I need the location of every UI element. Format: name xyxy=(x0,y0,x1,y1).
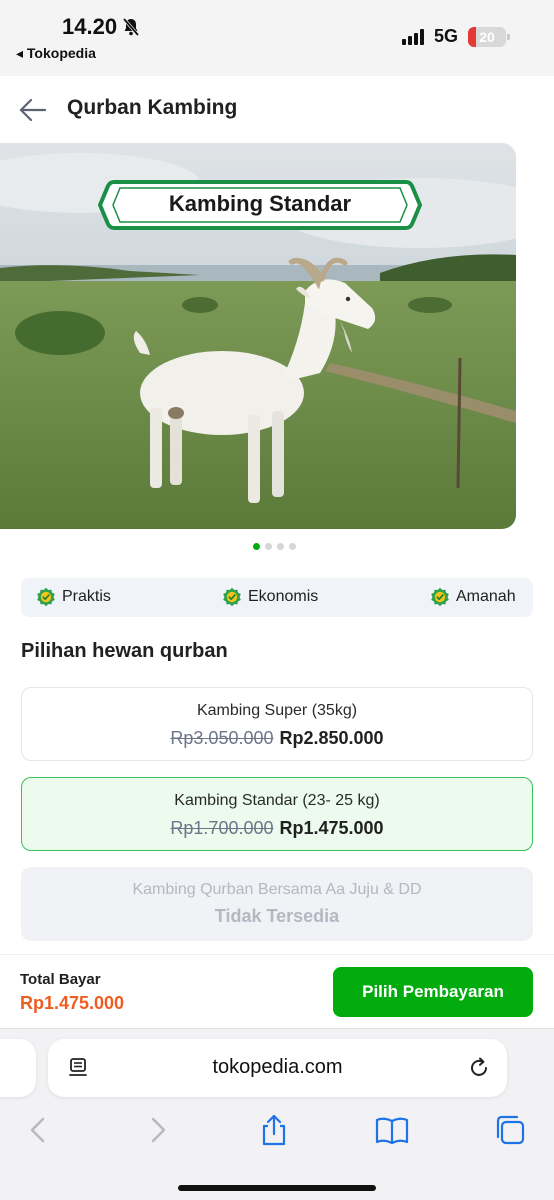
total-value: Rp1.475.000 xyxy=(20,993,125,1013)
reload-icon[interactable] xyxy=(467,1056,491,1080)
carousel-dot[interactable] xyxy=(265,543,272,550)
option-price: Rp3.050.000 Rp2.850.000 xyxy=(22,728,532,749)
battery-level: 20 xyxy=(479,28,495,45)
option-current-price: Rp2.850.000 xyxy=(279,728,384,748)
section-title: Pilihan hewan qurban xyxy=(21,640,228,662)
option-current-price: Rp1.475.000 xyxy=(279,818,384,838)
option-kambing-bersama: Kambing Qurban Bersama Aa Juju & DD Tida… xyxy=(21,867,533,941)
signal-icon xyxy=(401,28,424,45)
arrow-left-icon[interactable] xyxy=(18,96,48,124)
status-time: 14.20 xyxy=(62,14,141,40)
feature-praktis: Praktis xyxy=(36,587,111,607)
browser-toolbar xyxy=(0,1113,554,1153)
choose-payment-button[interactable]: Pilih Pembayaran xyxy=(333,967,533,1017)
battery-icon: 20 xyxy=(468,26,510,47)
feature-label: Ekonomis xyxy=(248,588,319,605)
option-name: Kambing Super (35kg) xyxy=(196,702,358,719)
carousel-dots[interactable] xyxy=(253,543,296,550)
network-type: 5G xyxy=(433,26,458,46)
back-to-app-link[interactable]: ◂ Tokopedia xyxy=(16,45,96,62)
address-bar[interactable]: tokopedia.com xyxy=(48,1039,507,1097)
carousel-dot[interactable] xyxy=(277,543,284,550)
feature-label: Praktis xyxy=(62,588,111,605)
feature-label: Amanah xyxy=(456,588,516,605)
status-time-text: 14.20 xyxy=(62,14,118,39)
feature-ekonomis: Ekonomis xyxy=(222,587,318,607)
tabs-icon[interactable] xyxy=(493,1113,527,1147)
status-indicators: 5G 20 xyxy=(401,26,510,47)
features-strip: Praktis Ekonomis Amanah xyxy=(21,578,533,617)
option-price: Rp1.700.000 Rp1.475.000 xyxy=(22,818,532,839)
option-name: Kambing Standar (23- 25 kg) xyxy=(174,792,380,809)
bookmarks-icon[interactable] xyxy=(375,1113,409,1147)
share-icon[interactable] xyxy=(257,1113,291,1147)
forward-icon[interactable] xyxy=(140,1113,174,1147)
check-badge-icon xyxy=(37,587,55,607)
option-name: Kambing Qurban Bersama Aa Juju & DD xyxy=(132,881,422,898)
bell-muted-icon xyxy=(122,17,140,37)
checkout-bar: Total Bayar Rp1.475.000 Pilih Pembayaran xyxy=(0,954,554,1028)
option-kambing-super[interactable]: Kambing Super (35kg) Rp3.050.000 Rp2.850.… xyxy=(21,687,533,761)
page-title: Qurban Kambing xyxy=(67,96,238,119)
check-badge-icon xyxy=(431,587,449,607)
total-label: Total Bayar xyxy=(20,971,101,988)
status-bar: 14.20 ◂ Tokopedia 5G 20 xyxy=(0,0,554,76)
feature-amanah: Amanah xyxy=(430,587,516,607)
page-header: Qurban Kambing xyxy=(0,76,554,142)
goat-photo xyxy=(0,143,516,529)
option-old-price: Rp3.050.000 xyxy=(170,728,274,748)
carousel-dot[interactable] xyxy=(289,543,296,550)
url-text: tokopedia.com xyxy=(212,1056,343,1078)
home-indicator[interactable] xyxy=(178,1185,376,1191)
option-status: Tidak Tersedia xyxy=(214,906,340,926)
product-banner[interactable]: Kambing Standar xyxy=(0,143,516,529)
back-icon[interactable] xyxy=(22,1113,56,1147)
check-badge-icon xyxy=(223,587,241,607)
option-kambing-standar[interactable]: Kambing Standar (23- 25 kg) Rp1.700.000 R… xyxy=(21,777,533,851)
carousel-dot[interactable] xyxy=(253,543,260,550)
browser-chrome: tokopedia.com xyxy=(0,1028,554,1200)
previous-tab-pill[interactable] xyxy=(0,1039,36,1097)
option-old-price: Rp1.700.000 xyxy=(170,818,274,838)
